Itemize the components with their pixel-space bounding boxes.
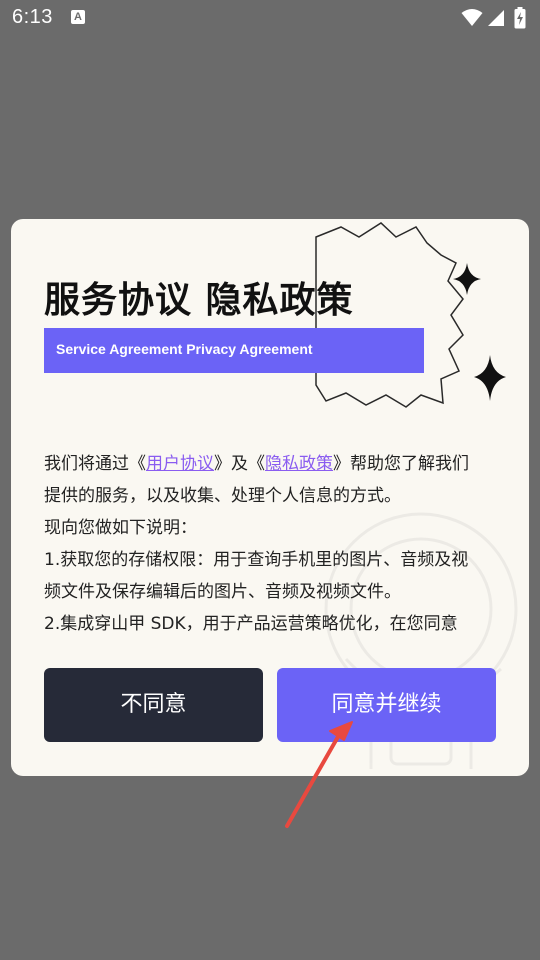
subtitle-text: Service Agreement Privacy Agreement [56,341,313,357]
privacy-dialog: 服务协议 隐私政策 Service Agreement Privacy Agre… [11,219,529,776]
a-notification-icon: A [71,10,85,24]
status-time: 6:13 [12,6,53,28]
agree-continue-button[interactable]: 同意并继续 [277,668,496,742]
status-bar: 6:13 A [0,0,540,36]
agreement-body[interactable]: 我们将通过《用户协议》及《隐私政策》帮助您了解我们 提供的服务，以及收集、处理个… [44,448,504,639]
wifi-icon [461,9,483,26]
sparkle-icon-small [453,263,481,295]
body-text-fragment: 我们将通过《 [44,454,146,474]
privacy-policy-link[interactable]: 隐私政策 [265,454,333,474]
body-line-1: 我们将通过《用户协议》及《隐私政策》帮助您了解我们 [44,448,504,480]
body-line-4: 1.获取您的存储权限：用于查询手机里的图片、音频及视 [44,550,469,570]
user-agreement-link[interactable]: 用户协议 [146,454,214,474]
sparkle-icon-large [474,355,506,401]
body-text-fragment: 》及《 [214,454,265,474]
body-line-2: 提供的服务，以及收集、处理个人信息的方式。 [44,486,401,506]
body-line-6: 2.集成穿山甲 SDK，用于产品运营策略优化，在您同意 [44,614,458,634]
subtitle-banner: Service Agreement Privacy Agreement [44,328,424,373]
disagree-button[interactable]: 不同意 [44,668,263,742]
dialog-title: 服务协议 隐私政策 [44,280,354,321]
battery-charging-icon [514,7,526,29]
body-text-fragment: 》帮助您了解我们 [333,454,469,474]
body-line-5: 频文件及保存编辑后的图片、音频及视频文件。 [44,582,401,602]
signal-icon [488,10,504,26]
body-line-3: 现向您做如下说明： [44,518,197,538]
notification-letter: A [74,11,82,23]
